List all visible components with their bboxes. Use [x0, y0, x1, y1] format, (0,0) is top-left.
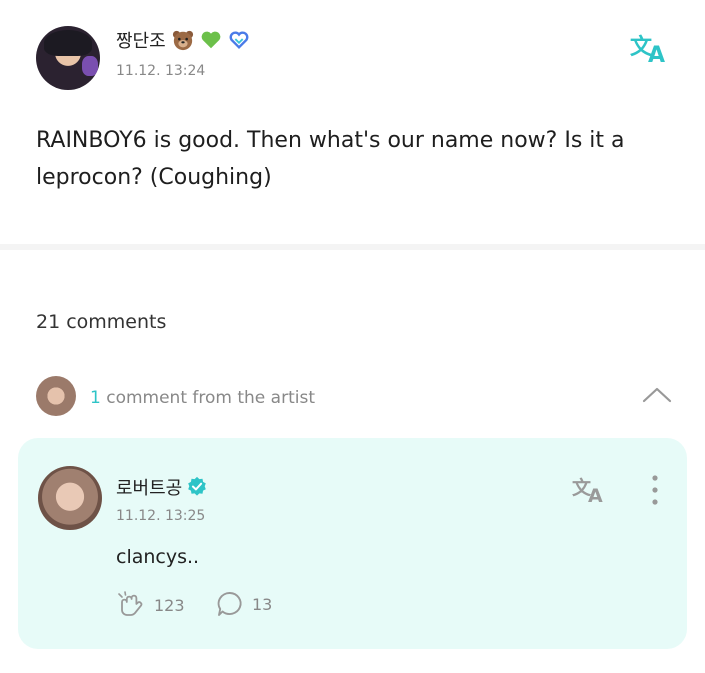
like-count: 123	[154, 595, 185, 615]
speech-bubble-icon	[217, 592, 242, 616]
post-author-avatar[interactable]	[36, 26, 100, 90]
comment-author-avatar[interactable]	[38, 466, 102, 530]
post-body: RAINBOY6 is good. Then what's our name n…	[36, 128, 625, 190]
comments-count: 21 comments	[36, 311, 167, 333]
weverse-heart-icon	[229, 31, 249, 50]
post-date: 11.12. 13:24	[116, 63, 206, 79]
cheer-icon	[118, 591, 143, 616]
artist-comments-summary[interactable]: 1 comment from the artist	[90, 388, 315, 408]
section-divider	[0, 244, 705, 250]
comment-text: clancys..	[116, 546, 200, 568]
svg-text:A: A	[588, 485, 603, 504]
comment-author-name: 로버트공	[116, 478, 183, 499]
artist-comment-count: 1	[90, 388, 101, 408]
bear-face-icon	[172, 30, 193, 51]
post-author[interactable]: 짱단조	[116, 27, 250, 53]
reply-button[interactable]: 13	[216, 590, 272, 618]
post-author-name: 짱단조	[116, 31, 166, 52]
artist-comment-label: comment from the artist	[106, 388, 315, 408]
comment-author[interactable]: 로버트공	[116, 474, 208, 500]
green-heart-icon	[201, 31, 221, 49]
svg-text:A: A	[648, 43, 665, 66]
translate-icon[interactable]: 文 A	[630, 30, 670, 66]
like-button[interactable]: 123	[116, 590, 185, 620]
verified-badge-icon	[188, 476, 207, 496]
comment-translate-icon[interactable]: 文 A	[572, 474, 610, 504]
comment-date: 11.12. 13:25	[116, 508, 206, 524]
more-options-icon[interactable]	[645, 474, 665, 506]
artist-avatar	[36, 376, 76, 416]
reply-count: 13	[252, 594, 273, 614]
chevron-up-icon[interactable]	[642, 386, 672, 404]
